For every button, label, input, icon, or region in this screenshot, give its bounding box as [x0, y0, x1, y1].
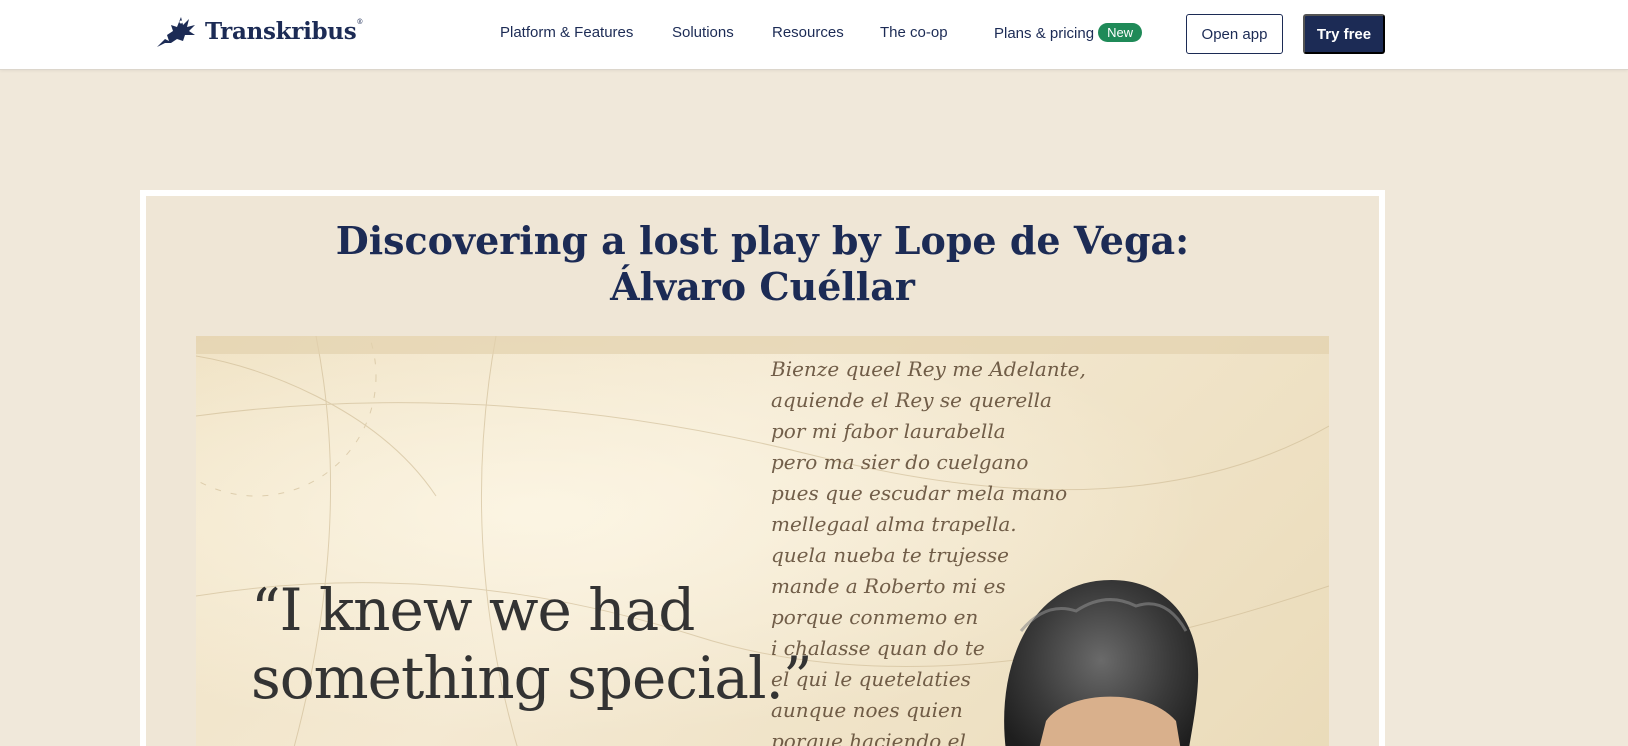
- story-title: Discovering a lost play by Lope de Vega:…: [146, 218, 1379, 310]
- nav-platform-features[interactable]: Platform & Features: [500, 24, 633, 41]
- quote-line-1: “I knew we had: [251, 576, 695, 644]
- nav-plans-pricing-label: Plans & pricing: [994, 25, 1095, 42]
- nav-plans-pricing[interactable]: Plans & pricing New: [994, 23, 1143, 42]
- open-app-button[interactable]: Open app: [1186, 14, 1283, 54]
- nav-solutions[interactable]: Solutions: [672, 24, 734, 41]
- story-quote: “I knew we had something special.”: [251, 576, 813, 712]
- story-title-line-2: Álvaro Cuéllar: [610, 264, 915, 309]
- winged-lion-icon: [157, 17, 195, 47]
- story-hero-image: Bienze queel Rey me Adelante, aquiende e…: [196, 336, 1329, 746]
- person-portrait: [1004, 579, 1199, 746]
- try-free-button[interactable]: Try free: [1303, 14, 1385, 54]
- new-badge: New: [1098, 23, 1143, 42]
- story-card[interactable]: Discovering a lost play by Lope de Vega:…: [140, 190, 1385, 746]
- nav-resources[interactable]: Resources: [772, 24, 844, 41]
- brand-logo[interactable]: Transkribus®: [155, 13, 363, 49]
- quote-line-2: something special.”: [251, 644, 813, 712]
- top-navbar: Transkribus® Platform & Features Solutio…: [0, 0, 1628, 70]
- nav-the-coop[interactable]: The co-op: [880, 24, 948, 41]
- story-title-line-1: Discovering a lost play by Lope de Vega:: [335, 218, 1190, 263]
- brand-name: Transkribus®: [205, 17, 364, 45]
